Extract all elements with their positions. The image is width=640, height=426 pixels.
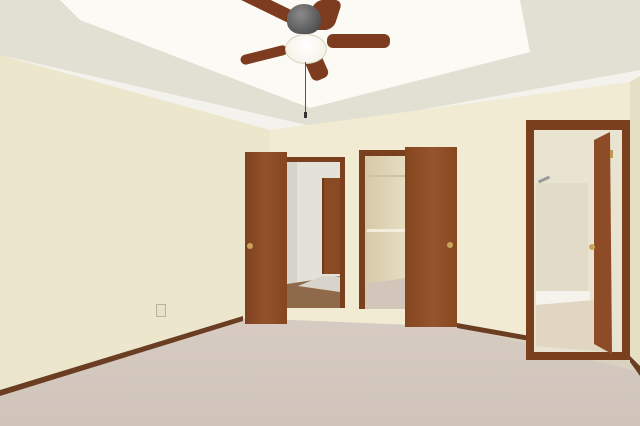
fan-pull-chain-end <box>304 112 307 118</box>
door-knob-closet <box>447 242 453 248</box>
bathroom-shower-wall <box>536 183 588 293</box>
wall-outlet <box>156 304 166 317</box>
closet-shelf <box>367 229 405 232</box>
closet-door <box>405 147 457 327</box>
fan-pull-chain <box>305 62 306 114</box>
closet-rod <box>367 175 405 177</box>
bedroom-photo <box>0 0 640 426</box>
fan-motor-housing <box>287 4 321 34</box>
fan-light-globe <box>285 34 327 64</box>
door-knob-left <box>247 243 253 249</box>
door-knob-bathroom <box>589 244 595 250</box>
fan-blade-right <box>327 34 390 48</box>
bedroom-door-left <box>245 152 287 324</box>
hallway-side-wall <box>287 162 297 284</box>
hallway-far-door <box>322 178 340 274</box>
door-hinge-bathroom <box>610 150 613 158</box>
